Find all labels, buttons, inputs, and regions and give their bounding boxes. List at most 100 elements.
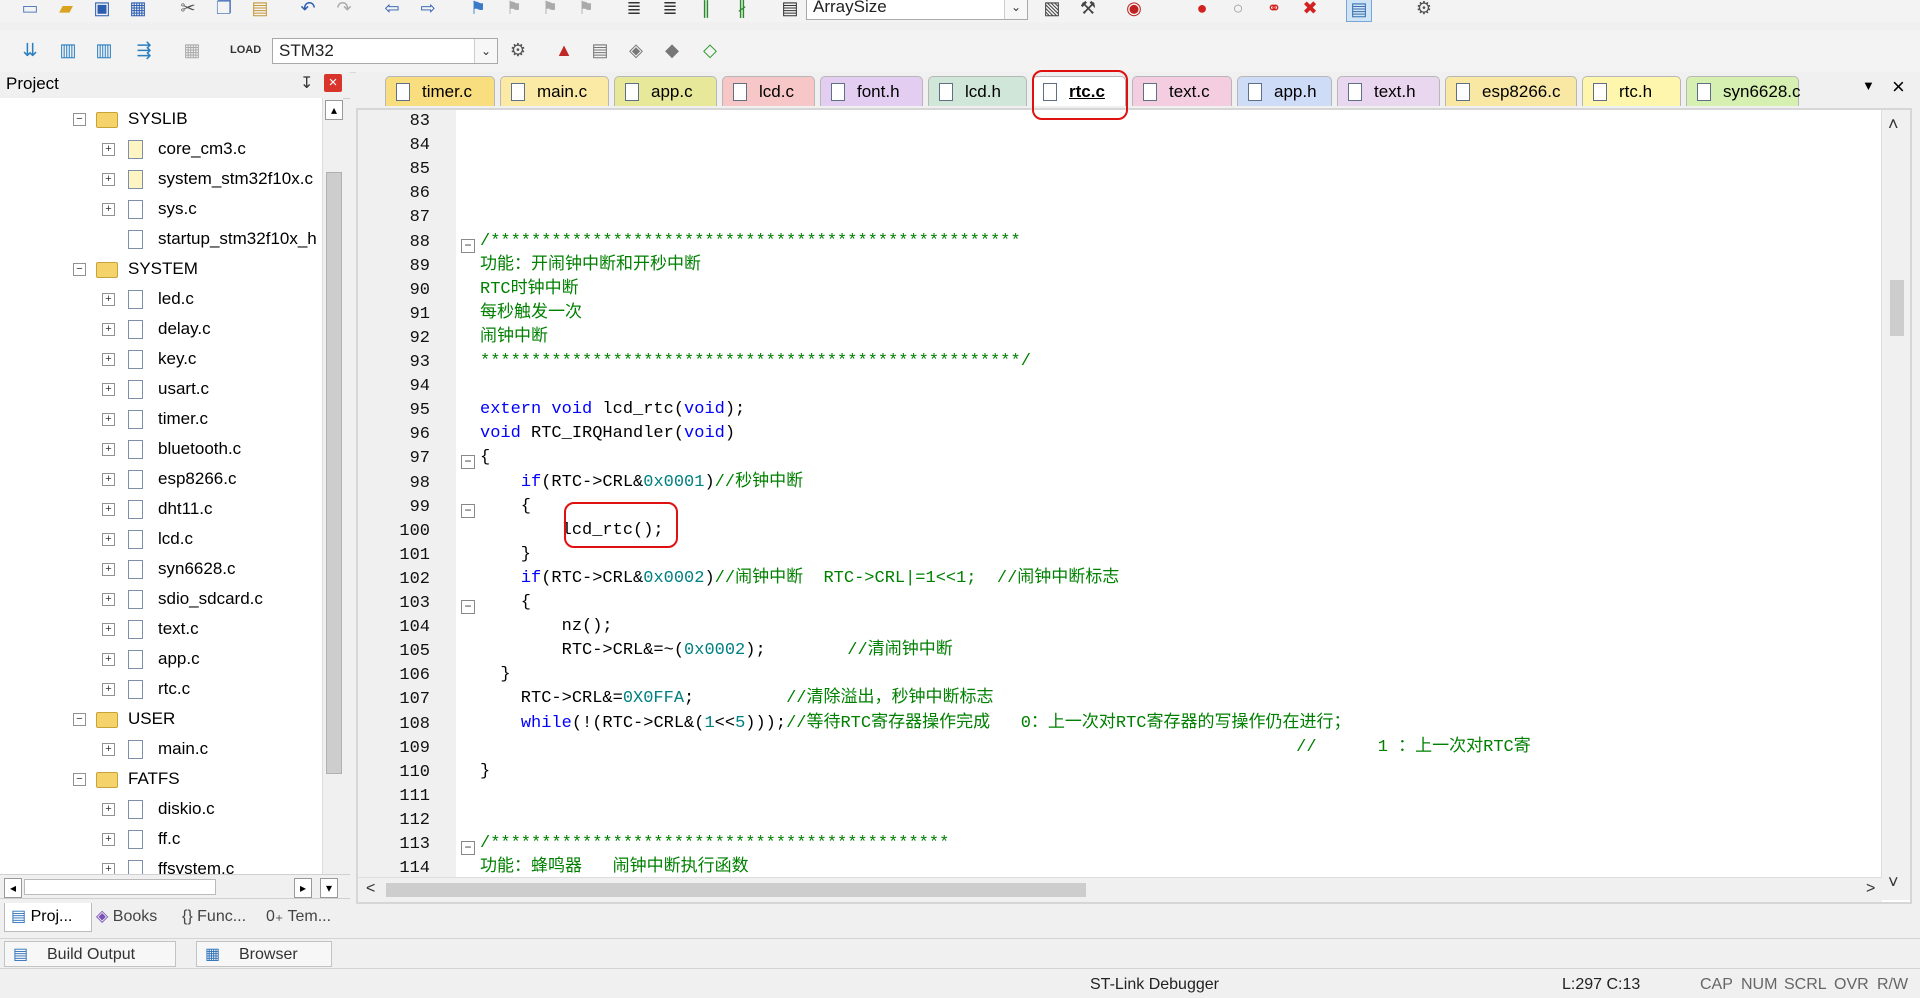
tab-lcd-h[interactable]: lcd.h — [928, 76, 1027, 106]
expand-icon[interactable]: + — [102, 293, 115, 306]
expand-icon[interactable]: + — [102, 443, 115, 456]
code-line[interactable]: RTC->CRL&=~(0x0002); //清闹钟中断 — [480, 639, 953, 663]
expand-icon[interactable]: + — [102, 803, 115, 816]
expand-icon[interactable]: + — [102, 563, 115, 576]
tab-text-c[interactable]: text.c — [1132, 76, 1232, 106]
open-folder-icon[interactable]: ▰ — [54, 0, 78, 20]
indent-icon[interactable]: ≣ — [622, 0, 646, 20]
tab-templates[interactable]: 0₊ Tem... — [260, 903, 350, 931]
build-icon[interactable]: ▥ — [56, 38, 80, 62]
tab-lcd-c[interactable]: lcd.c — [722, 76, 815, 106]
tab-browser[interactable]: ▦ Browser — [196, 941, 332, 967]
pin-icon[interactable]: ↧ — [300, 73, 313, 93]
hscroll-thumb[interactable] — [24, 879, 216, 895]
editor-scroll-thumb[interactable] — [1890, 280, 1904, 336]
paste-icon[interactable]: ▤ — [248, 0, 272, 20]
collapse-icon[interactable]: − — [73, 773, 86, 786]
expand-icon[interactable]: + — [102, 323, 115, 336]
tab-main-c[interactable]: main.c — [500, 76, 609, 106]
tab-books[interactable]: ◈ Books — [90, 903, 176, 931]
rebuild-icon[interactable]: ▥ — [92, 38, 116, 62]
code-line[interactable]: /***************************************… — [480, 230, 1021, 254]
bookmark-prev-icon[interactable]: ⚑ — [502, 0, 526, 20]
comment-icon[interactable]: ∥ — [694, 0, 718, 20]
editor-hscroll-thumb[interactable] — [386, 883, 1086, 897]
find-in-files-icon[interactable]: ▤ — [778, 0, 802, 20]
batch-build-icon[interactable]: ⇶ — [132, 38, 156, 62]
code-line[interactable]: ****************************************… — [480, 350, 1031, 374]
new-file-icon[interactable]: ▭ — [18, 0, 42, 20]
code-line[interactable]: } — [480, 760, 490, 784]
manage-components-icon[interactable]: ▲ — [552, 38, 576, 62]
expand-icon[interactable]: + — [102, 593, 115, 606]
fold-icon[interactable]: − — [461, 841, 475, 855]
expand-icon[interactable]: + — [102, 743, 115, 756]
scroll-left-icon[interactable]: ◂ — [4, 878, 22, 898]
bookmark-next-icon[interactable]: ⚑ — [538, 0, 562, 20]
download-icon[interactable]: LOAD — [230, 38, 261, 62]
fold-icon[interactable]: − — [461, 504, 475, 518]
scroll-down-icon[interactable]: ˅ — [1888, 872, 1899, 893]
scroll-up-icon[interactable]: ˄ — [1888, 114, 1899, 135]
breakpoint-disable-all-icon[interactable]: ⚭ — [1262, 0, 1286, 20]
tab-project[interactable]: ▤ Proj... — [4, 903, 92, 932]
expand-icon[interactable]: + — [102, 503, 115, 516]
scroll-up-icon[interactable]: ▴ — [325, 100, 343, 120]
bookmark-clear-icon[interactable]: ⚑ — [574, 0, 598, 20]
expand-icon[interactable]: + — [102, 383, 115, 396]
close-tab-icon[interactable]: × — [1892, 74, 1905, 100]
expand-icon[interactable]: + — [102, 833, 115, 846]
save-all-icon[interactable]: ▦ — [126, 0, 150, 20]
code-line[interactable]: { — [480, 446, 490, 470]
cut-icon[interactable]: ✂ — [176, 0, 200, 20]
file-extensions-icon[interactable]: ▤ — [588, 38, 612, 62]
expand-icon[interactable]: + — [102, 533, 115, 546]
tab-app-h[interactable]: app.h — [1237, 76, 1332, 106]
incremental-find-icon[interactable]: ⚒ — [1076, 0, 1100, 20]
fold-icon[interactable]: − — [461, 600, 475, 614]
expand-icon[interactable]: + — [102, 203, 115, 216]
pack-installer-icon[interactable]: ◇ — [698, 38, 722, 62]
collapse-icon[interactable]: − — [73, 713, 86, 726]
tab-build-output[interactable]: ▤ Build Output — [4, 941, 176, 967]
tab-timer-c[interactable]: timer.c — [385, 76, 495, 106]
editor-hscrollbar[interactable]: < > — [358, 877, 1882, 902]
select-packs-icon[interactable]: ◈ — [624, 38, 648, 62]
uncomment-icon[interactable]: ∦ — [730, 0, 754, 20]
fold-icon[interactable]: − — [461, 455, 475, 469]
copy-icon[interactable]: ❐ — [212, 0, 236, 20]
breakpoint-kill-all-icon[interactable]: ✖ — [1298, 0, 1322, 20]
code-line[interactable]: while(!(RTC->CRL&(1<<5)));//等待RTC寄存器操作完成… — [480, 712, 1351, 736]
target-options-icon[interactable]: ⚙ — [506, 38, 530, 62]
breakpoint-icon[interactable]: ● — [1190, 0, 1214, 20]
tab-font-h[interactable]: font.h — [820, 76, 923, 106]
tab-list-dropdown-icon[interactable]: ▼ — [1862, 78, 1875, 93]
project-tree-hscrollbar[interactable]: ◂ ▸ ▾ — [0, 874, 350, 899]
expand-icon[interactable]: + — [102, 863, 115, 874]
code-line[interactable]: extern void lcd_rtc(void); — [480, 398, 745, 422]
target-combo[interactable]: STM32 ⌄ — [272, 38, 498, 64]
configure-icon[interactable]: ⚙ — [1412, 0, 1436, 20]
expand-icon[interactable]: + — [102, 653, 115, 666]
scroll-right-icon[interactable]: ▸ — [294, 878, 312, 898]
expand-icon[interactable]: + — [102, 473, 115, 486]
tab-app-c[interactable]: app.c — [614, 76, 717, 106]
translate-icon[interactable]: ⇊ — [18, 38, 42, 62]
code-line[interactable]: // 1 ：上一次对RTC寄 — [480, 736, 1531, 760]
stop-build-icon[interactable]: ▦ — [180, 38, 204, 62]
code-line[interactable]: 每秒触发一次 — [480, 302, 582, 326]
code-line[interactable]: void RTC_IRQHandler(void) — [480, 422, 735, 446]
expand-icon[interactable]: + — [102, 623, 115, 636]
code-line[interactable]: /***************************************… — [480, 832, 949, 856]
scroll-down-icon[interactable]: ▾ — [320, 878, 338, 898]
window-layout-icon[interactable]: ▤ — [1346, 0, 1372, 22]
tab-text-h[interactable]: text.h — [1337, 76, 1440, 106]
editor-vscrollbar[interactable]: ˄ ˅ — [1881, 110, 1910, 900]
code-line[interactable]: if(RTC->CRL&0x0002)//闹钟中断 RTC->CRL|=1<<1… — [480, 567, 1120, 591]
save-icon[interactable]: ▣ — [90, 0, 114, 20]
code-line[interactable]: RTC->CRL&=0X0FFA; //清除溢出，秒钟中断标志 — [480, 687, 994, 711]
code-line[interactable]: { — [480, 591, 531, 615]
scrollbar-thumb[interactable] — [326, 172, 342, 774]
tab-functions[interactable]: {} Func... — [176, 903, 262, 931]
code-line[interactable]: 功能：开闹钟中断和开秒中断 — [480, 254, 701, 278]
